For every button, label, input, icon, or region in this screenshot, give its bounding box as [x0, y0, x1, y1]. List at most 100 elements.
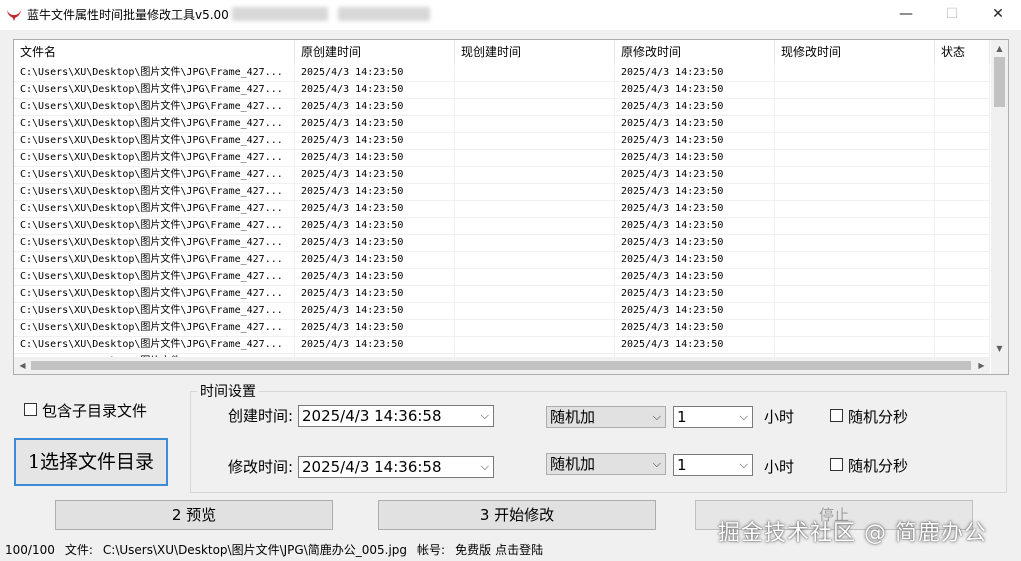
- account-label: 帐号:: [417, 543, 446, 557]
- table-row[interactable]: C:\Users\XU\Desktop\图片文件\JPG\Frame_427..…: [14, 218, 990, 235]
- start-modify-button[interactable]: 3 开始修改: [378, 500, 656, 530]
- table-cell: [935, 201, 990, 217]
- table-row[interactable]: C:\Users\XU\Desktop\图片文件\JPG\Frame_427..…: [14, 235, 990, 252]
- table-row[interactable]: C:\Users\XU\Desktop\图片文件\JPG\Frame_427..…: [14, 116, 990, 133]
- table-row[interactable]: C:\Users\XU\Desktop\图片文件\JPG\Frame_427..…: [14, 167, 990, 184]
- modify-mode-select[interactable]: 随机加 ⌵: [546, 453, 666, 475]
- chevron-down-icon[interactable]: ⌵: [653, 454, 661, 474]
- checkbox-box[interactable]: [24, 403, 37, 416]
- table-row[interactable]: C:\Users\XU\Desktop\图片文件\JPG\Frame_427..…: [14, 286, 990, 303]
- chevron-down-icon[interactable]: ⌵: [481, 457, 489, 477]
- table-row[interactable]: C:\Users\XU\Desktop\图片文件\JPG\Frame_427..…: [14, 269, 990, 286]
- table-cell: C:\Users\XU\Desktop\图片文件\JPG\Frame_427..…: [14, 201, 295, 217]
- table-row[interactable]: C:\Users\XU\Desktop\图片文件\JPG\Frame_427..…: [14, 184, 990, 201]
- table-row[interactable]: C:\Users\XU\Desktop\图片文件\JPG\Frame_427..…: [14, 337, 990, 354]
- scroll-left-icon[interactable]: ◀: [14, 357, 31, 374]
- table-cell: [455, 167, 615, 183]
- select-directory-button[interactable]: 1选择文件目录: [14, 438, 168, 486]
- create-random-seconds-checkbox[interactable]: 随机分秒: [830, 407, 908, 427]
- table-row[interactable]: C:\Users\XU\Desktop\图片文件\JPG\Frame_427..…: [14, 252, 990, 269]
- column-header[interactable]: 原修改时间: [615, 40, 775, 64]
- chevron-down-icon[interactable]: ⌵: [481, 406, 489, 426]
- checkbox-box[interactable]: [830, 458, 843, 471]
- login-link[interactable]: 点击登陆: [495, 543, 543, 557]
- table-cell: [775, 286, 935, 302]
- table-cell: 2025/4/3 14:23:50: [615, 235, 775, 251]
- close-button[interactable]: ✕: [975, 0, 1021, 30]
- table-cell: 2025/4/3 14:23:50: [295, 82, 455, 98]
- table-cell: [935, 116, 990, 132]
- chevron-down-icon[interactable]: ⌵: [653, 407, 661, 427]
- table-cell: C:\Users\XU\Desktop\图片文件\JPG\Frame_427..…: [14, 150, 295, 166]
- table-cell: 2025/4/3 14:23:50: [615, 201, 775, 217]
- progress-count: 100/100: [5, 543, 55, 557]
- table-cell: 2025/4/3 14:23:50: [615, 150, 775, 166]
- modify-amount-value: 1: [677, 456, 687, 474]
- chevron-down-icon[interactable]: ⌵: [740, 407, 748, 427]
- table-header: 文件名 原创建时间 现创建时间 原修改时间 现修改时间 状态: [14, 40, 990, 64]
- column-header[interactable]: 现创建时间: [455, 40, 615, 64]
- create-random-seconds-label: 随机分秒: [848, 408, 909, 426]
- table-cell: [935, 320, 990, 336]
- table-cell: 2025/4/3 14:23:50: [295, 184, 455, 200]
- chevron-down-icon[interactable]: ⌵: [740, 455, 748, 475]
- table-cell: C:\Users\XU\Desktop\图片文件\JPG\Frame_427..…: [14, 286, 295, 302]
- table-cell: [775, 320, 935, 336]
- scrollbar-thumb[interactable]: [994, 57, 1005, 107]
- vertical-scrollbar[interactable]: ▲ ▼: [991, 40, 1008, 357]
- file-list[interactable]: 文件名 原创建时间 现创建时间 原修改时间 现修改时间 状态 C:\Users\XU\De…: [13, 39, 1009, 375]
- table-row[interactable]: C:\Users\XU\Desktop\图片文件\JPG\Frame_427..…: [14, 82, 990, 99]
- table-cell: [455, 337, 615, 353]
- table-row[interactable]: C:\Users\XU\Desktop\图片文件\JPG\Frame_427..…: [14, 303, 990, 320]
- account-type: 免费版: [455, 543, 492, 557]
- table-cell: [775, 252, 935, 268]
- table-cell: 2025/4/3 14:23:50: [295, 167, 455, 183]
- horizontal-scrollbar[interactable]: ◀ ▶: [14, 357, 990, 374]
- table-row[interactable]: C:\Users\XU\Desktop\图片文件\JPG\Frame_427..…: [14, 65, 990, 82]
- scrollbar-thumb[interactable]: [31, 361, 971, 370]
- preview-button[interactable]: 2 预览: [55, 500, 333, 530]
- maximize-button[interactable]: ☐: [929, 0, 975, 30]
- create-mode-select[interactable]: 随机加 ⌵: [546, 406, 666, 428]
- scroll-right-icon[interactable]: ▶: [973, 357, 990, 374]
- modify-random-seconds-checkbox[interactable]: 随机分秒: [830, 456, 908, 476]
- table-row[interactable]: C:\Users\XU\Desktop\图片文件\JPG\Frame_427..…: [14, 99, 990, 116]
- table-row[interactable]: C:\Users\XU\Desktop\图片文件\JPG\Frame_427..…: [14, 320, 990, 337]
- table-cell: 2025/4/3 14:23:50: [295, 235, 455, 251]
- table-cell: [935, 337, 990, 353]
- table-cell: [455, 303, 615, 319]
- create-amount-select[interactable]: 1 ⌵: [673, 406, 753, 428]
- table-row[interactable]: C:\Users\XU\Desktop\图片文件\JPG\Frame_427..…: [14, 133, 990, 150]
- checkbox-box[interactable]: [830, 409, 843, 422]
- create-time-picker[interactable]: 2025/4/3 14:36:58 ⌵: [298, 405, 494, 427]
- table-cell: 2025/4/3 14:23:50: [615, 99, 775, 115]
- table-cell: [455, 218, 615, 234]
- scroll-down-icon[interactable]: ▼: [991, 340, 1008, 357]
- table-cell: [935, 65, 990, 81]
- table-cell: C:\Users\XU\Desktop\图片文件\JPG\Frame_427..…: [14, 252, 295, 268]
- create-mode-value: 随机加: [550, 408, 596, 426]
- modify-amount-select[interactable]: 1 ⌵: [673, 454, 753, 476]
- scroll-up-icon[interactable]: ▲: [991, 40, 1008, 57]
- table-cell: C:\Users\XU\Desktop\图片文件\JPG\Frame_427..…: [14, 65, 295, 81]
- minimize-button[interactable]: —: [883, 0, 929, 30]
- table-cell: 2025/4/3 14:23:50: [615, 337, 775, 353]
- table-row[interactable]: C:\Users\XU\Desktop\图片文件\JPG\Frame_427..…: [14, 150, 990, 167]
- column-header[interactable]: 状态: [935, 40, 990, 64]
- column-header[interactable]: 文件名: [14, 40, 295, 64]
- column-header[interactable]: 现修改时间: [775, 40, 935, 64]
- table-cell: C:\Users\XU\Desktop\图片文件\JPG\Frame_427..…: [14, 133, 295, 149]
- table-cell: 2025/4/3 14:23:50: [615, 303, 775, 319]
- include-subdirs-checkbox[interactable]: 包含子目录文件: [24, 401, 147, 421]
- table-cell: [455, 116, 615, 132]
- table-cell: 2025/4/3 14:23:50: [295, 133, 455, 149]
- table-body: C:\Users\XU\Desktop\图片文件\JPG\Frame_427..…: [14, 65, 990, 371]
- modify-time-picker[interactable]: 2025/4/3 14:36:58 ⌵: [298, 456, 494, 478]
- table-cell: 2025/4/3 14:23:50: [295, 303, 455, 319]
- modify-unit-label: 小时: [764, 458, 795, 476]
- table-cell: 2025/4/3 14:23:50: [295, 116, 455, 132]
- table-cell: C:\Users\XU\Desktop\图片文件\JPG\Frame_427..…: [14, 320, 295, 336]
- table-cell: [455, 184, 615, 200]
- table-row[interactable]: C:\Users\XU\Desktop\图片文件\JPG\Frame_427..…: [14, 201, 990, 218]
- column-header[interactable]: 原创建时间: [295, 40, 455, 64]
